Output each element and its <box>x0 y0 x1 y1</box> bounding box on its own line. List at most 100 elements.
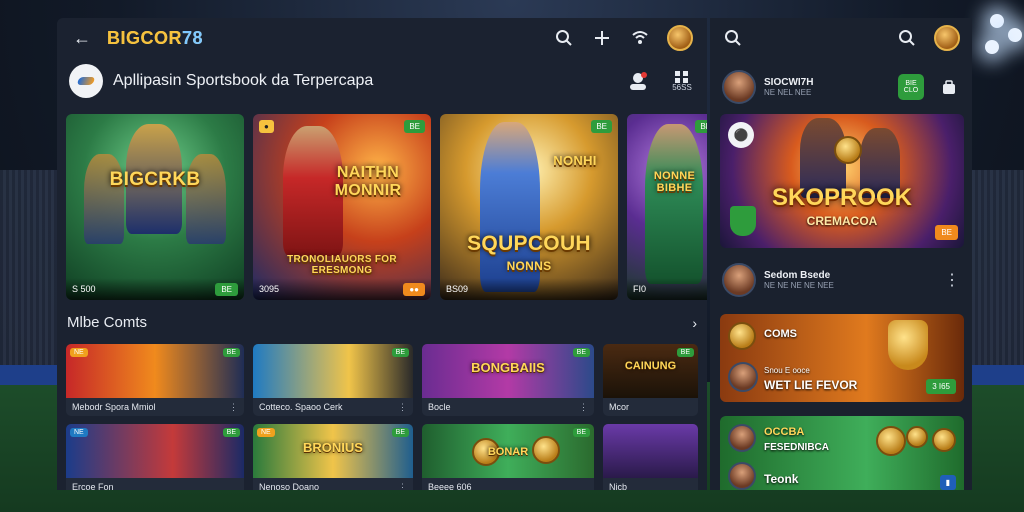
card-footer-text: S 500 <box>72 284 96 294</box>
tile-caption-text: Mcor <box>609 402 629 412</box>
sidebar-user-row[interactable]: SIOCWI7H NE NEL NEE BIE CLO <box>710 62 972 112</box>
wifi-icon[interactable] <box>629 27 651 49</box>
avatar[interactable] <box>934 25 960 51</box>
sport-badge-icon: ● <box>259 120 274 133</box>
sidebar-list-row[interactable]: Sedom Bsede NE NE NE NE NEE ⋮ <box>710 260 972 300</box>
sort-icon[interactable] <box>591 27 613 49</box>
card-subtitle: NONNS <box>506 259 552 273</box>
stadium-light <box>990 14 1004 28</box>
back-arrow-icon[interactable]: ← <box>71 27 93 49</box>
tag-badge: BE <box>222 348 240 357</box>
tile-caption: Ercoe Fon <box>66 478 244 490</box>
main-panel: ← BIGCOR78 Apllipasin Sportsbook da Terp… <box>57 18 707 490</box>
featured-banner[interactable]: ⚫ SKOPROOK CREMACOA BE <box>720 114 964 248</box>
card-footer: BS09 <box>440 278 618 300</box>
game-tile[interactable]: CAINUNG BE Mcor <box>603 344 698 416</box>
tile-title: BONGBAIIS <box>471 360 545 375</box>
card-footer: S 500 BE <box>66 278 244 300</box>
tile-caption-text: Mebodr Spora Mmiol <box>72 402 156 412</box>
ad-banner-left <box>0 365 60 385</box>
bet-pill-button[interactable]: BIE CLO <box>898 74 924 100</box>
list-row-subtext: NE NE NE NE NEE <box>764 281 834 290</box>
game-card[interactable]: ● BE NAITHN MONNIR TRONOLIAUORS FOR ERES… <box>253 114 431 300</box>
user-subtext: NE NEL NEE <box>764 88 812 97</box>
promo-card[interactable]: COMS Snou E ooce WET LIE FEVOR 3 I65 <box>720 314 964 402</box>
play-button[interactable]: BE <box>215 282 238 296</box>
tag-badge: BE <box>591 120 612 133</box>
tile-art <box>603 424 698 478</box>
coin-icon <box>728 322 756 350</box>
more-icon[interactable]: ⋮ <box>579 402 588 413</box>
tile-title: BONAR <box>487 446 529 458</box>
search-icon[interactable] <box>896 27 918 49</box>
promo-card[interactable]: OCCBA FESEDNIBCA Teonk ▮ <box>720 416 964 490</box>
brand-logo[interactable]: BIGCOR78 <box>107 28 203 49</box>
tile-caption-text: Nicb <box>609 482 628 490</box>
app-logo-icon[interactable] <box>69 64 103 98</box>
tag-badge: BE <box>404 120 425 133</box>
crowd-left <box>0 170 60 370</box>
card-title: NAITHN MONNIR <box>334 164 402 199</box>
search-icon[interactable] <box>722 27 744 49</box>
promo-label: COMS <box>764 328 797 340</box>
right-sidebar: SIOCWI7H NE NEL NEE BIE CLO ⚫ SKOPROOK C… <box>710 18 972 490</box>
search-icon[interactable] <box>553 27 575 49</box>
game-tile[interactable]: BONGBAIIS BE Bocle ⋮ <box>422 344 594 416</box>
tile-caption: Beeee 606 <box>422 478 594 490</box>
game-tile[interactable]: Nicb <box>603 424 698 490</box>
chat-icon[interactable] <box>625 68 651 94</box>
more-icon[interactable]: ⋮ <box>229 402 238 413</box>
featured-row: BIGCRKB S 500 BE ● BE NAITHN MONNIR TRON… <box>66 114 707 300</box>
trophy-icon <box>888 320 928 370</box>
avatar[interactable] <box>722 70 756 104</box>
section-title: Mlbe Comts <box>67 314 148 331</box>
chevron-right-icon[interactable]: › <box>692 315 697 331</box>
more-icon[interactable]: ⋮ <box>398 402 407 413</box>
promo-label-secondary: WET LIE FEVOR <box>764 378 858 392</box>
trophy-ball-icon <box>834 136 862 164</box>
game-card[interactable]: BIGCRKB S 500 BE <box>66 114 244 300</box>
tag-badge: BE <box>572 348 590 357</box>
play-button[interactable]: ●● <box>403 282 425 296</box>
bag-icon[interactable] <box>938 76 960 98</box>
game-card[interactable]: BE NONHI SQUPCOUH NONNS BS09 <box>440 114 618 300</box>
tag-badge: BE <box>572 428 590 437</box>
more-icon[interactable]: ⋮ <box>944 270 960 290</box>
tile-caption: Nenoso Doano ⋮ <box>253 478 413 490</box>
game-tile[interactable]: NE BE Ercoe Fon <box>66 424 244 490</box>
game-card[interactable]: BE NONNE BIBHE FI0 <box>627 114 707 300</box>
card-top-title: NONHI <box>553 153 597 168</box>
avatar <box>728 424 756 452</box>
promo-label-tertiary: Teonk <box>764 472 799 486</box>
tag-badge: NE <box>257 428 275 437</box>
feature-play-button[interactable]: BE <box>935 225 958 240</box>
avatar <box>728 362 758 392</box>
game-tile[interactable]: BE Cotteco. Spaoo Cerk ⋮ <box>253 344 413 416</box>
player-figure <box>186 154 226 244</box>
grid-icon[interactable]: 56SS <box>669 68 695 94</box>
tag-badge: BE <box>676 348 694 357</box>
feature-title: SKOPROOK <box>771 184 912 211</box>
avatar[interactable] <box>722 263 756 297</box>
tile-art <box>253 344 413 398</box>
more-icon[interactable]: ⋮ <box>398 482 407 491</box>
card-title: SQUPCOUH <box>467 232 591 255</box>
promo-button[interactable]: 3 I65 <box>926 379 956 394</box>
tile-caption-text: Cotteco. Spaoo Cerk <box>259 402 343 412</box>
user-name: SIOCWI7H <box>764 77 814 88</box>
avatar <box>728 462 756 490</box>
game-tile[interactable]: BRONIUS NE BE Nenoso Doano ⋮ <box>253 424 413 490</box>
player-figure <box>645 124 703 284</box>
card-subtitle: TRONOLIAUORS FOR ERESMONG <box>287 254 397 276</box>
game-grid: NE BE Mebodr Spora Mmiol ⋮ BE Cotteco. Sp… <box>66 344 698 490</box>
game-tile[interactable]: NE BE Mebodr Spora Mmiol ⋮ <box>66 344 244 416</box>
tag-badge: NE <box>70 428 88 437</box>
avatar[interactable] <box>667 25 693 51</box>
promo-label: OCCBA <box>764 426 805 438</box>
sidebar-top-bar <box>710 18 972 58</box>
card-footer: FI0 <box>627 278 707 300</box>
promo-label-secondary: FESEDNIBCA <box>764 442 830 453</box>
promo-button[interactable]: ▮ <box>939 475 956 490</box>
game-tile[interactable]: BONAR BE Beeee 606 <box>422 424 594 490</box>
card-footer: 3095 ●● <box>253 278 431 300</box>
